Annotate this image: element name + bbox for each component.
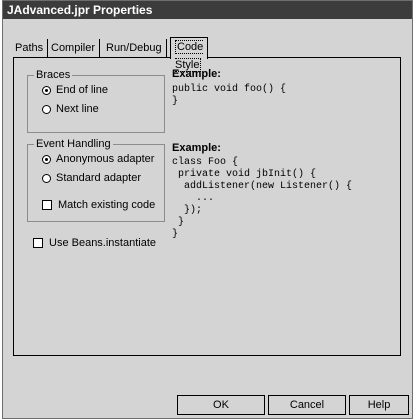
tab-code-style[interactable]: Code Style <box>170 37 209 72</box>
tab-code-style-label: Code Style <box>175 40 204 72</box>
event-handling-group-title: Event Handling <box>34 138 113 150</box>
radio-anonymous-adapter[interactable]: Anonymous adapter <box>42 153 154 165</box>
radio-end-of-line-label: End of line <box>56 84 108 96</box>
tab-compiler[interactable]: Compiler <box>47 39 101 58</box>
title-bar: JAdvanced.jpr Properties <box>3 1 412 19</box>
radio-selected-icon <box>42 85 51 95</box>
radio-next-line[interactable]: Next line <box>42 103 99 115</box>
radio-standard-adapter-label: Standard adapter <box>56 172 142 184</box>
example-code-event: class Foo { private void jbInit() { addL… <box>172 157 353 240</box>
checkbox-use-beans-instantiate[interactable]: Use Beans.instantiate <box>33 237 156 249</box>
checkbox-unchecked-icon <box>33 238 43 248</box>
cancel-button[interactable]: Cancel <box>268 395 346 415</box>
radio-unselected-icon <box>42 104 51 114</box>
radio-end-of-line[interactable]: End of line <box>42 84 108 96</box>
checkbox-use-beans-instantiate-label: Use Beans.instantiate <box>49 237 157 249</box>
example-code-braces: public void foo() { } <box>172 84 287 107</box>
checkbox-match-existing-code[interactable]: Match existing code <box>42 199 155 211</box>
checkbox-unchecked-icon <box>42 200 52 210</box>
radio-standard-adapter[interactable]: Standard adapter <box>42 172 141 184</box>
window-title: JAdvanced.jpr Properties <box>7 3 153 17</box>
example-heading-event: Example: <box>172 142 221 154</box>
braces-group-title: Braces <box>34 69 73 81</box>
radio-unselected-icon <box>42 173 51 183</box>
ok-button[interactable]: OK <box>177 395 265 415</box>
code-style-panel: Braces End of line Next line Example: pu… <box>13 57 401 356</box>
checkbox-match-existing-code-label: Match existing code <box>58 199 156 211</box>
help-button[interactable]: Help <box>349 395 409 415</box>
radio-anonymous-adapter-label: Anonymous adapter <box>56 153 155 165</box>
tab-paths[interactable]: Paths <box>11 39 49 58</box>
properties-dialog: JAdvanced.jpr Properties Paths Compiler … <box>2 0 413 419</box>
radio-selected-icon <box>42 154 51 164</box>
radio-next-line-label: Next line <box>56 103 99 115</box>
tab-run-debug[interactable]: Run/Debug <box>102 39 167 58</box>
